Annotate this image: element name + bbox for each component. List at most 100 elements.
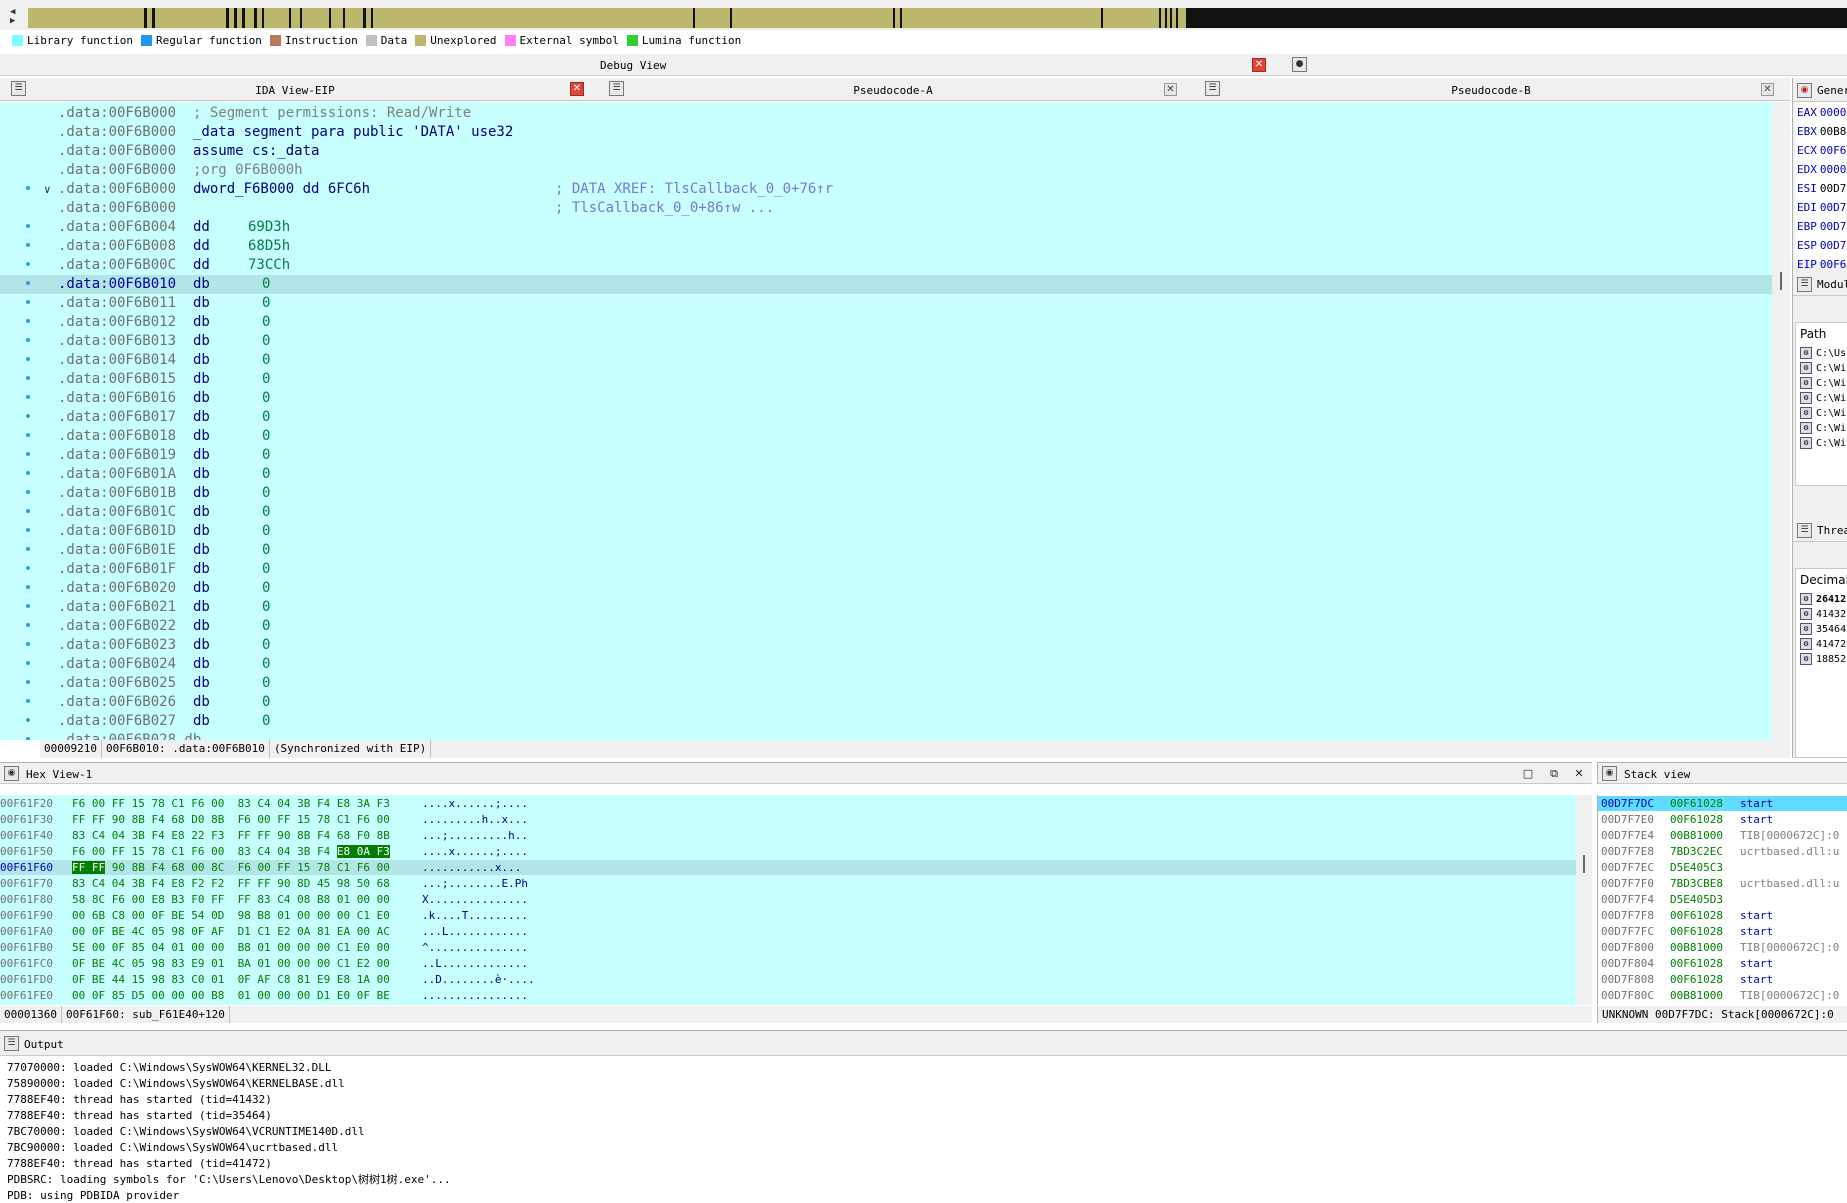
hex-bytes[interactable]: 00 6B C8 00 0F BE 54 0D 98 B8 01 00 00 0… [72, 908, 390, 923]
hex-row[interactable]: 00F61FE0 00 0F 85 D5 00 00 00 B8 01 00 00… [0, 988, 1576, 1003]
output-header[interactable]: ☰ Output [0, 1030, 1847, 1056]
xref-comment[interactable]: ; TlsCallback_0_0+86↑w ... [555, 199, 774, 218]
hex-row[interactable]: 00F61FC0 0F BE 4C 05 98 83 E9 01 BA 01 00… [0, 956, 1576, 971]
register-value[interactable]: 00D7F7E4 [1820, 220, 1847, 233]
breakpoint-dot[interactable] [26, 680, 30, 684]
breakpoint-dot[interactable] [26, 452, 30, 456]
close-ida-view-icon[interactable]: ✕ [570, 82, 584, 96]
breakpoint-dot[interactable] [26, 623, 30, 627]
listing-line[interactable]: .data:00F6B027 db 0 [0, 712, 1772, 731]
breakpoint-dot[interactable] [26, 604, 30, 608]
hex-row[interactable]: 00F61F50 F6 00 FF 15 78 C1 F6 00 83 C4 04… [0, 844, 1576, 859]
breakpoint-dot[interactable] [26, 224, 30, 228]
listing-line[interactable]: .data:00F6B013 db 0 [0, 332, 1772, 351]
threads-list[interactable]: Decimal ⚙ 26412 ⚙ 41432 ⚙ 35464 ⚙ 41472 ⚙ 18852 [1795, 568, 1847, 758]
hex-row[interactable]: 00F61F80 58 8C F6 00 E8 B3 F0 FF FF 83 C4… [0, 892, 1576, 907]
collapse-chevron-icon[interactable]: ∨ [44, 180, 51, 199]
breakpoint-dot[interactable] [26, 471, 30, 475]
nav-band-arrows[interactable]: ◀ ▶ [10, 8, 24, 28]
listing-line[interactable]: ∨ .data:00F6B000 dword_F6B000 dd 6FC6h ; DA… [0, 180, 1772, 199]
listing-line[interactable]: .data:00F6B024 db 0 [0, 655, 1772, 674]
breakpoint-dot[interactable] [26, 357, 30, 361]
hex-row[interactable]: 00F61F90 00 6B C8 00 0F BE 54 0D 98 B8 01… [0, 908, 1576, 923]
tab-ida-view-eip[interactable]: ☰ IDA View-EIP ✕ [0, 78, 590, 101]
stack-row[interactable]: 00D7F808 00F61028 start [1598, 972, 1847, 987]
listing-line[interactable]: .data:00F6B019 db 0 [0, 446, 1772, 465]
threads-panel-header[interactable]: ☰ Threads [1793, 520, 1847, 542]
navigation-strip[interactable] [28, 8, 1847, 28]
listing-line[interactable]: .data:00F6B01C db 0 [0, 503, 1772, 522]
hex-bytes[interactable]: F6 00 FF 15 78 C1 F6 00 83 C4 04 3B F4 E… [72, 844, 390, 859]
debug-toolbar-icon[interactable]: ● [1292, 57, 1307, 72]
hex-row[interactable]: 00F61FD0 0F BE 44 15 98 83 C0 01 0F AF C8… [0, 972, 1576, 987]
breakpoint-dot[interactable] [26, 319, 30, 323]
tab-pseudocode-b[interactable]: ☰ Pseudocode-B ✕ [1194, 78, 1788, 101]
breakpoint-dot[interactable] [26, 433, 30, 437]
module-row[interactable]: ⚙ C:\Wi [1800, 437, 1846, 451]
hex-dump[interactable]: 00F61F20 F6 00 FF 15 78 C1 F6 00 83 C4 04… [0, 795, 1576, 1005]
module-row[interactable]: ⚙ C:\Wi [1800, 377, 1846, 391]
breakpoint-dot[interactable] [26, 661, 30, 665]
hex-row[interactable]: 00F61FB0 5E 00 0F 85 04 01 00 00 B8 01 00… [0, 940, 1576, 955]
close-icon[interactable]: ✕ [1572, 767, 1586, 781]
hex-bytes[interactable]: 0F BE 4C 05 98 83 E9 01 BA 01 00 00 00 C… [72, 956, 390, 971]
register-row[interactable]: EBX00B81000 [1797, 123, 1847, 141]
listing-line[interactable]: .data:00F6B017 db 0 [0, 408, 1772, 427]
stack-row[interactable]: 00D7F810 00D7F828 Stack[0000672C] [1598, 1004, 1847, 1005]
stack-row[interactable]: 00D7F80C 00B81000 TIB[0000672C]:0 [1598, 988, 1847, 1003]
listing-line[interactable]: .data:00F6B026 db 0 [0, 693, 1772, 712]
hex-row[interactable]: 00F61FF0 4C 05 98 BA 01 00 00 00 6B C2 03… [0, 1004, 1576, 1005]
breakpoint-dot[interactable] [26, 243, 30, 247]
thread-row[interactable]: ⚙ 41472 [1800, 638, 1846, 652]
listing-line[interactable]: .data:00F6B000 ; Segment permissions: Rea… [0, 104, 1772, 123]
tab-pseudocode-a[interactable]: ☰ Pseudocode-A ✕ [598, 78, 1188, 101]
stack-row[interactable]: 00D7F7DC 00F61028 start [1598, 796, 1847, 811]
listing-line[interactable]: .data:00F6B01B db 0 [0, 484, 1772, 503]
hex-bytes[interactable]: 83 C4 04 3B F4 E8 F2 F2 FF FF 90 8D 45 9… [72, 876, 390, 891]
breakpoint-dot[interactable] [26, 414, 30, 418]
stack-row[interactable]: 00D7F7FC 00F61028 start [1598, 924, 1847, 939]
hex-bytes[interactable]: F6 00 FF 15 78 C1 F6 00 83 C4 04 3B F4 E… [72, 796, 390, 811]
listing-line[interactable]: .data:00F6B01F db 0 [0, 560, 1772, 579]
modules-panel-header[interactable]: ☰ Modules [1793, 274, 1847, 296]
hex-row[interactable]: 00F61F40 83 C4 04 3B F4 E8 22 F3 FF FF 90… [0, 828, 1576, 843]
stack-list[interactable]: 00D7F7DC 00F61028 start 00D7F7E0 00F61028 sta… [1597, 795, 1847, 1005]
register-row[interactable]: EIP00F6B010 [1797, 256, 1847, 274]
listing-line[interactable]: .data:00F6B01A db 0 [0, 465, 1772, 484]
listing-line[interactable]: .data:00F6B000 _data segment para public … [0, 123, 1772, 142]
breakpoint-dot[interactable] [26, 566, 30, 570]
breakpoint-dot[interactable] [26, 509, 30, 513]
hex-row[interactable]: 00F61F70 83 C4 04 3B F4 E8 F2 F2 FF FF 90… [0, 876, 1576, 891]
thread-row[interactable]: ⚙ 18852 [1800, 653, 1846, 667]
register-row[interactable]: ECX00F61028 [1797, 142, 1847, 160]
output-log[interactable]: 77070000: loaded C:\Windows\SysWOW64\KER… [0, 1057, 1847, 1203]
listing-line[interactable]: .data:00F6B00C dd 73CCh [0, 256, 1772, 275]
listing-line[interactable]: .data:00F6B008 dd 68D5h [0, 237, 1772, 256]
stack-row[interactable]: 00D7F800 00B81000 TIB[0000672C]:0 [1598, 940, 1847, 955]
register-value[interactable]: 00D7F7DC [1820, 182, 1847, 195]
listing-line[interactable]: .data:00F6B028 db [0, 731, 1772, 740]
maximize-icon[interactable]: □ [1521, 767, 1535, 781]
threads-column-header[interactable]: Decimal [1800, 573, 1847, 587]
hex-bytes[interactable]: 0F BE 44 15 98 83 C0 01 0F AF C8 81 E9 E… [72, 972, 390, 987]
close-pseudocode-b-icon[interactable]: ✕ [1761, 83, 1774, 96]
listing-line[interactable]: .data:00F6B000 ;org 0F6B000h [0, 161, 1772, 180]
hex-scrollbar[interactable] [1576, 795, 1592, 1005]
stack-row[interactable]: 00D7F7F4 D5E405D3 [1598, 892, 1847, 907]
hex-bytes[interactable]: 5E 00 0F 85 04 01 00 00 B8 01 00 00 00 C… [72, 940, 390, 955]
register-value[interactable]: 00D7F7DC [1820, 239, 1847, 252]
hex-row[interactable]: 00F61F20 F6 00 FF 15 78 C1 F6 00 83 C4 04… [0, 796, 1576, 811]
stack-row[interactable]: 00D7F7E8 7BD3C2EC ucrtbased.dll:u [1598, 844, 1847, 859]
breakpoint-dot[interactable] [26, 699, 30, 703]
hex-bytes[interactable]: FF FF 90 8B F4 68 D0 8B F6 00 FF 15 78 C… [72, 812, 390, 827]
breakpoint-dot[interactable] [26, 547, 30, 551]
disassembly-listing[interactable]: .data:00F6B000 ; Segment permissions: Rea… [0, 102, 1772, 740]
stack-row[interactable]: 00D7F804 00F61028 start [1598, 956, 1847, 971]
stack-row[interactable]: 00D7F7E0 00F61028 start [1598, 812, 1847, 827]
breakpoint-dot[interactable] [26, 528, 30, 532]
register-value[interactable]: 00F6B010 [1820, 258, 1847, 271]
hex-row[interactable]: 00F61FA0 00 0F BE 4C 05 98 0F AF D1 C1 E2… [0, 924, 1576, 939]
hex-selected-bytes[interactable]: E8 0A F3 [336, 845, 390, 858]
listing-line[interactable]: .data:00F6B016 db 0 [0, 389, 1772, 408]
registers-list[interactable]: EAX00000000EBX00B81000ECX00F61028EDX0000… [1795, 102, 1847, 290]
